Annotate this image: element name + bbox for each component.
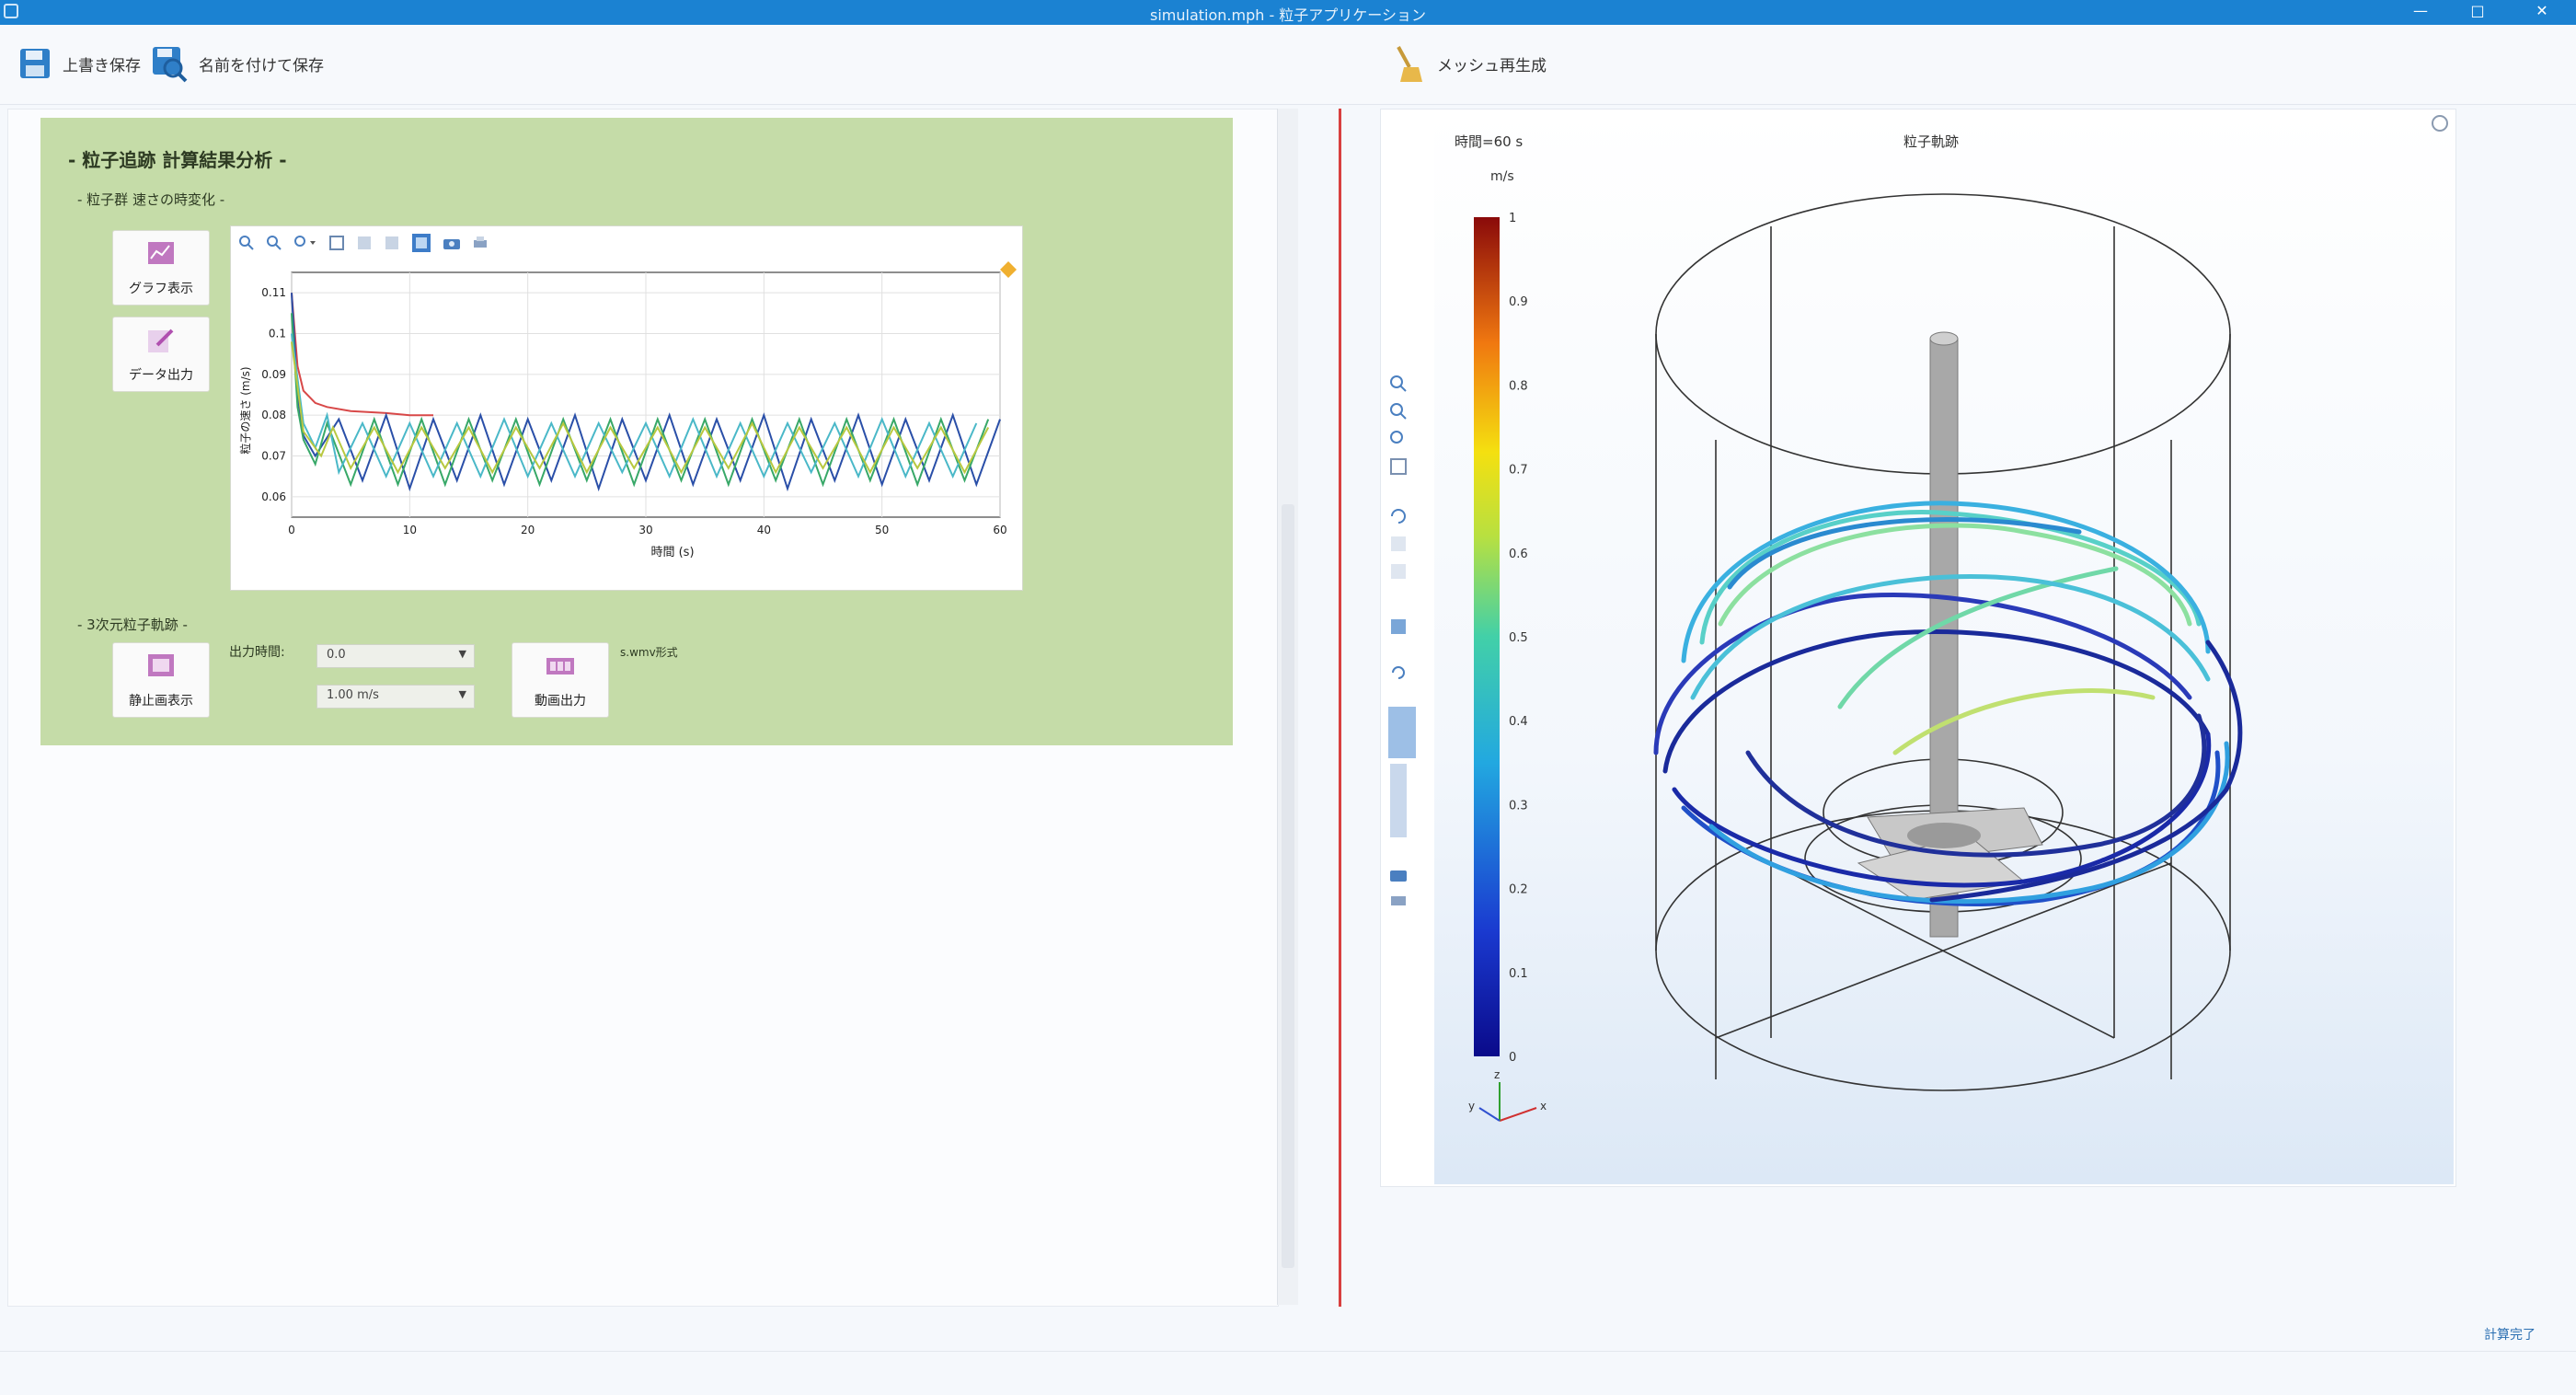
output-time-select[interactable]: 0.0 ▼ [316,644,475,668]
colorbar-tick-label: 0.3 [1509,799,1528,813]
colorbar-tick-label: 0 [1509,1051,1516,1065]
y-tick-label: 0.07 [261,450,286,463]
still-image-label: 静止画表示 [129,694,193,709]
subsection-trajectory: - 3次元粒子軌跡 - [77,617,188,633]
graph-display-button[interactable]: グラフ表示 [112,230,210,306]
pane-splitter[interactable] [1277,109,1298,1305]
graph-icon [148,242,174,264]
camera-icon[interactable] [443,235,461,251]
x-tick-label: 30 [638,524,652,536]
x-tick-label: 60 [993,524,1006,536]
title-bar: simulation.mph - 粒子アプリケーション — □ ✕ [0,0,2576,25]
mesh-regenerate-button[interactable]: メッシュ再生成 [1391,41,1547,86]
speed-chart: 0 10 20 30 40 50 60 0.11 0.1 0.09 0.08 0.07 0.06 時間 … [238,271,1007,559]
y-tick-label: 0.06 [261,490,286,503]
legend-icon[interactable] [411,233,431,253]
chevron-down-icon: ▼ [458,688,466,700]
subsection-speed: - 粒子群 速さの時変化 - [77,191,225,208]
image-icon [148,654,174,676]
colorbar-tick-label: 0.2 [1509,883,1528,897]
maximize-button[interactable]: □ [2456,0,2499,25]
close-button[interactable]: ✕ [2521,0,2563,25]
axis-triad: y z x [1468,1068,1547,1122]
axis-label-z: z [1494,1068,1500,1081]
broom-icon [1397,46,1422,82]
y-tick-label: 0.08 [261,409,286,421]
colorbar-tick-label: 0.1 [1509,967,1528,981]
zoom-in-icon[interactable] [238,235,255,251]
speed-value: 1.00 m/s [327,688,379,702]
data-output-label: データ出力 [129,368,193,383]
colorbar-tick-label: 0.6 [1509,548,1528,561]
animation-output-label: 動画出力 [535,694,586,709]
mesh-label: メッシュ再生成 [1437,56,1547,75]
zoom-box-icon[interactable] [293,235,317,251]
graph-display-label: グラフ表示 [129,282,193,296]
y-axis-label: 粒子の速さ (m/s) [238,366,252,454]
y-tick-label: 0.1 [269,328,286,340]
save-button[interactable]: 上書き保存 [17,41,141,86]
x-tick-label: 50 [875,524,889,536]
speed-select[interactable]: 1.00 m/s ▼ [316,685,475,709]
zoom-extents-icon[interactable] [328,235,345,251]
toolbar: 上書き保存 名前を付けて保存 メッシュ再生成 [0,25,2576,105]
x-axis-label: 時間 (s) [650,546,694,559]
splitter-grip[interactable] [1282,504,1294,1268]
x-tick-label: 0 [288,524,295,536]
save-label: 上書き保存 [63,56,141,75]
section-title: - 粒子追跡 計算結果分析 - [68,149,287,171]
colorbar-tick-label: 0.7 [1509,464,1528,478]
still-image-button[interactable]: 静止画表示 [112,642,210,718]
data-output-button[interactable]: データ出力 [112,317,210,392]
output-time-value: 0.0 [327,648,346,662]
zoom-out-icon[interactable] [266,235,282,251]
colorbar-unit: m/s [1490,169,1514,184]
x-tick-label: 20 [521,524,535,536]
colorbar-tick-label: 0.4 [1509,715,1528,729]
status-text: 計算完了 [2484,1328,2536,1343]
edit-icon [148,329,174,352]
divider-line [1339,109,1341,1307]
speed-plot: 0 10 20 30 40 50 60 0.11 0.1 0.09 0.08 0.07 0.06 時間 … [230,225,1023,591]
colorbar-tick-label: 1 [1509,212,1516,225]
window-title: simulation.mph - 粒子アプリケーション [1149,6,1426,24]
save-as-button[interactable]: 名前を付けて保存 [149,41,324,86]
x-tick-label: 10 [403,524,417,536]
minimize-button[interactable]: — [2399,0,2442,25]
film-icon [546,658,574,674]
colorbar [1474,217,1500,1056]
chevron-down-icon: ▼ [458,648,466,660]
grid-icon[interactable] [356,235,373,251]
animation-output-button[interactable]: 動画出力 [512,642,609,718]
plot-toolbar [238,232,489,254]
save-icon [20,49,50,78]
trajectory-3d-view: m/s 1 0.9 0.8 0.7 0.6 0.5 0.4 0.3 0.2 0.1 0 y z x [1468,169,2243,1122]
output-time-label: 出力時間: [229,645,285,660]
save-as-label: 名前を付けて保存 [199,56,324,75]
x-tick-label: 40 [757,524,771,536]
colorbar-tick-label: 0.5 [1509,631,1528,645]
y-tick-label: 0.11 [261,286,286,299]
axis-label-y: y [1468,1100,1475,1113]
print-icon[interactable] [472,235,489,251]
grid-alt-icon[interactable] [384,235,400,251]
colorbar-tick-label: 0.8 [1509,379,1528,393]
axis-label-x: x [1540,1100,1547,1113]
bottom-bar [0,1351,2576,1395]
save-as-icon [153,47,188,83]
colorbar-tick-label: 0.9 [1509,295,1528,309]
y-tick-label: 0.09 [261,368,286,381]
format-note: s.wmv形式 [620,646,678,659]
